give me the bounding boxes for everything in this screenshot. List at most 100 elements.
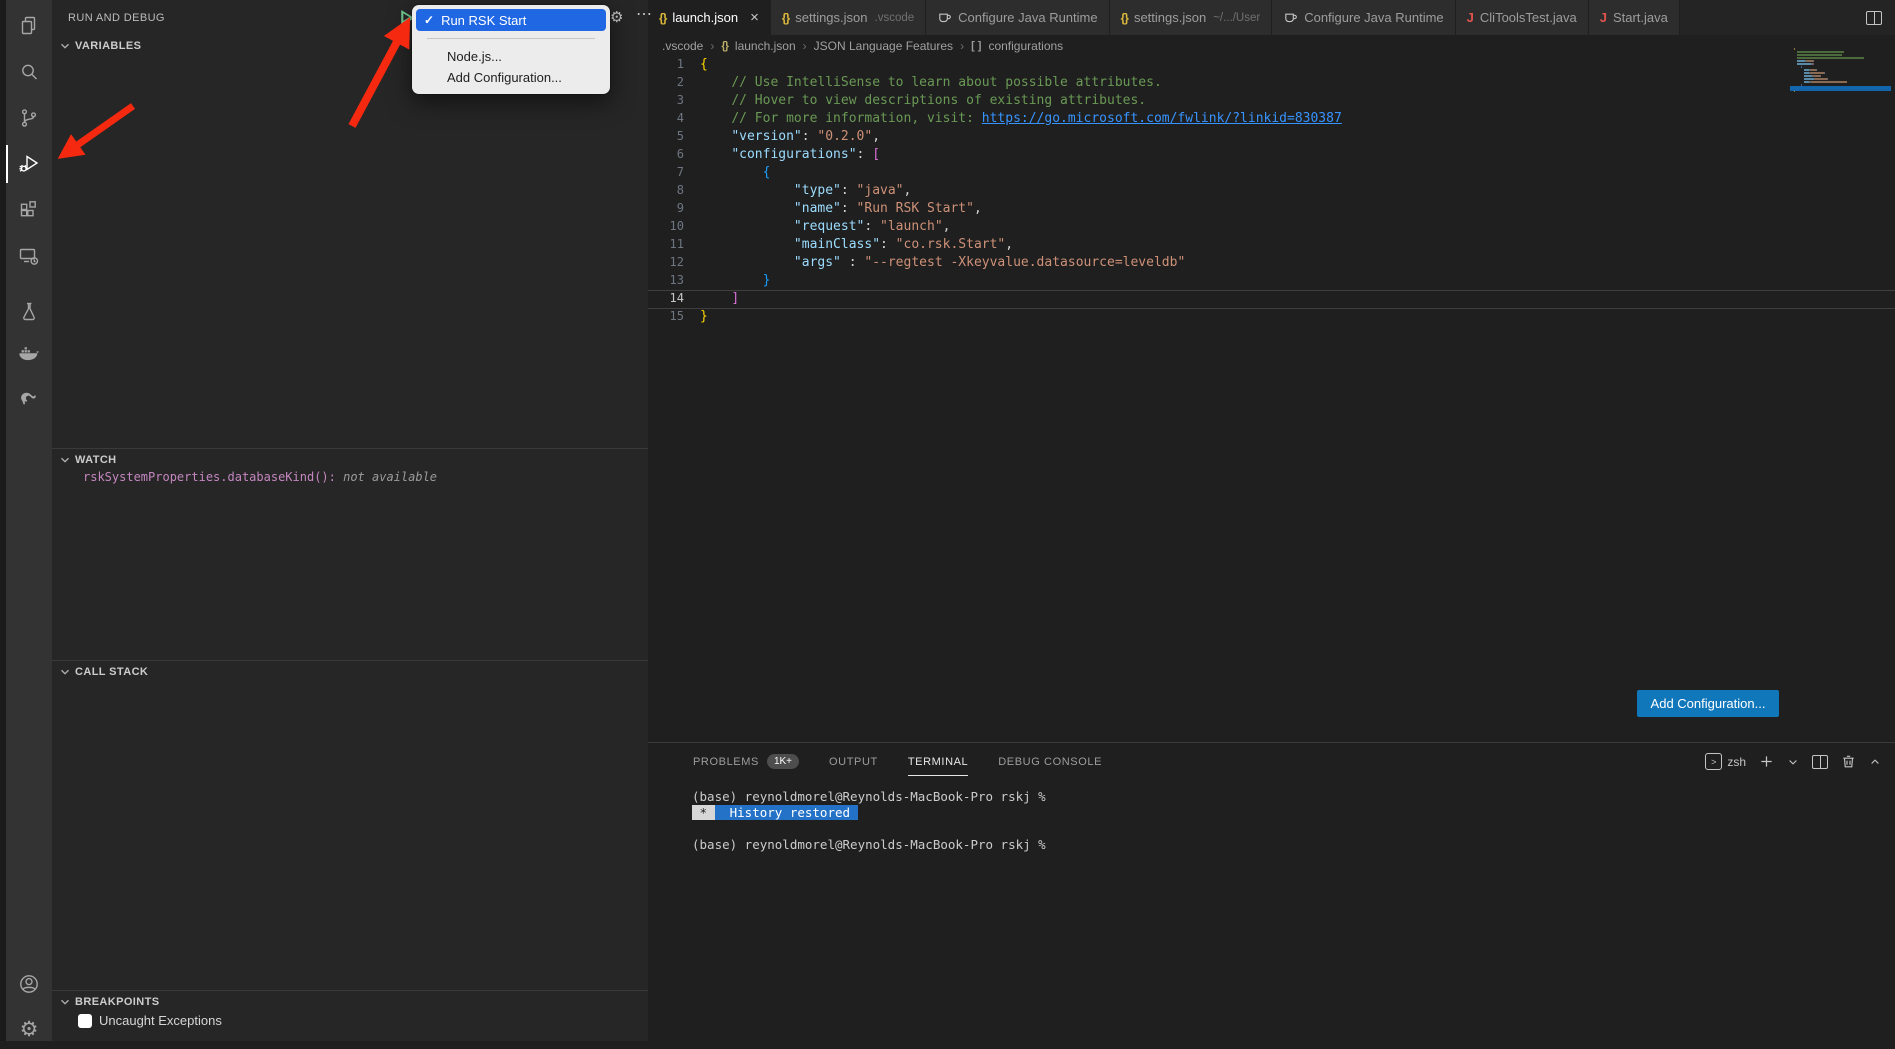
code-line: 15} (648, 309, 1895, 327)
activity-item-search[interactable] (6, 52, 52, 92)
terminal-output[interactable]: (base) reynoldmorel@Reynolds-MacBook-Pro… (692, 789, 1895, 853)
chevron-down-icon[interactable] (1787, 756, 1799, 768)
panel-tab-label: OUTPUT (829, 756, 878, 768)
line-number: 12 (648, 255, 684, 273)
dropdown-item-run-rsk-start[interactable]: ✓ Run RSK Start (416, 9, 606, 31)
section-breakpoints[interactable]: BREAKPOINTS (52, 990, 648, 1013)
activity-item-explorer[interactable] (6, 6, 52, 46)
activity-item-docker[interactable] (6, 334, 52, 374)
code-line: 11 "mainClass": "co.rsk.Start", (648, 237, 1895, 255)
activity-item-settings[interactable]: ⚙ (6, 1009, 52, 1049)
json-file-icon: {} (721, 40, 728, 52)
breadcrumb-item[interactable]: launch.json (735, 39, 796, 53)
close-icon[interactable]: × (750, 9, 759, 26)
line-text: "configurations": [ (684, 147, 880, 165)
code-line: 8 "type": "java", (648, 183, 1895, 201)
minimap-line (1794, 66, 1890, 68)
json-file-icon: {} (659, 11, 666, 25)
line-number: 1 (648, 57, 684, 75)
split-terminal-icon[interactable] (1812, 755, 1828, 769)
breadcrumb-item[interactable]: configurations (988, 39, 1063, 53)
section-label: VARIABLES (75, 40, 141, 52)
minimap-line (1794, 75, 1890, 77)
panel-tab-terminal[interactable]: TERMINAL (908, 743, 968, 780)
run-and-debug-sidebar: RUN AND DEBUG ⚙ ⋯ VARIABLES WATCH rskSys… (52, 0, 648, 1041)
panel-tab-label: TERMINAL (908, 756, 968, 768)
panel-tab-problems[interactable]: PROBLEMS1K+ (693, 743, 799, 780)
tab-launch-json[interactable]: {}launch.json× (648, 0, 771, 35)
code-editor[interactable]: 1{2 // Use IntelliSense to learn about p… (648, 57, 1895, 327)
array-symbol-icon: [ ] (971, 40, 981, 52)
maximize-panel-chevron-up-icon[interactable] (1869, 756, 1881, 768)
tab-start-java[interactable]: JStart.java (1589, 0, 1680, 35)
code-line: 12 "args" : "--regtest -Xkeyvalue.dataso… (648, 255, 1895, 273)
tab-configure-java-runtime[interactable]: Configure Java Runtime (1272, 0, 1455, 35)
watch-expression: rskSystemProperties.databaseKind(): (83, 470, 343, 484)
minimap-line (1794, 57, 1890, 59)
dropdown-item-nodejs[interactable]: Node.js... (416, 46, 606, 67)
activity-item-extensions[interactable] (6, 190, 52, 230)
terminal-line: * History restored (692, 805, 1895, 821)
panel-tab-label: PROBLEMS (693, 756, 759, 768)
java-runtime-cup-icon (1283, 10, 1298, 25)
activity-item-gradle[interactable] (6, 376, 52, 416)
chevron-down-icon (58, 665, 72, 679)
tab-settings-json[interactable]: {}settings.json.vscode (771, 0, 926, 35)
tab-label: settings.json (795, 10, 867, 25)
code-line: 1{ (648, 57, 1895, 75)
java-runtime-cup-icon (937, 10, 952, 25)
line-text: { (684, 165, 770, 183)
section-label: BREAKPOINTS (75, 996, 159, 1008)
section-label: CALL STACK (75, 666, 148, 678)
chevron-down-icon (58, 39, 72, 53)
activity-item-run-and-debug[interactable] (6, 144, 52, 184)
line-text: // Use IntelliSense to learn about possi… (684, 75, 1162, 93)
tabbar-actions (1853, 0, 1895, 35)
dropdown-item-add-configuration[interactable]: Add Configuration... (416, 67, 606, 88)
more-actions-icon[interactable]: ⋯ (636, 4, 652, 24)
breadcrumb-item[interactable]: JSON Language Features (814, 39, 953, 53)
line-number: 15 (648, 309, 684, 327)
tab-settings-json[interactable]: {}settings.json~/.../User (1110, 0, 1273, 35)
line-number: 5 (648, 129, 684, 147)
docker-whale-icon (17, 342, 41, 366)
section-call-stack[interactable]: CALL STACK (52, 660, 648, 683)
breadcrumb-item[interactable]: .vscode (662, 39, 703, 53)
breadcrumb-separator: › (803, 39, 807, 53)
activity-item-accounts[interactable] (6, 964, 52, 1004)
line-number: 8 (648, 183, 684, 201)
line-number: 14 (648, 291, 684, 309)
new-terminal-icon[interactable] (1759, 754, 1774, 769)
tab-label: Configure Java Runtime (958, 10, 1097, 25)
split-editor-icon[interactable] (1866, 11, 1882, 25)
activity-item-testing[interactable] (6, 292, 52, 332)
terminal-icon: > (1705, 753, 1722, 770)
terminal-shell-selector[interactable]: > zsh (1705, 753, 1746, 770)
code-line: 7 { (648, 165, 1895, 183)
gradle-elephant-icon (17, 384, 41, 408)
debug-settings-gear-icon[interactable]: ⚙ (610, 10, 623, 25)
watch-expression-row[interactable]: rskSystemProperties.databaseKind(): not … (83, 470, 437, 484)
watch-value: not available (343, 470, 437, 484)
panel-tab-output[interactable]: OUTPUT (829, 743, 878, 780)
kill-terminal-trash-icon[interactable] (1841, 754, 1856, 769)
uncaught-exceptions-checkbox[interactable] (78, 1014, 92, 1028)
json-file-icon: {} (1121, 11, 1128, 25)
code-line: 4 // For more information, visit: https:… (648, 111, 1895, 129)
activity-item-remote-explorer[interactable] (6, 236, 52, 276)
debug-config-dropdown-menu: ✓ Run RSK Start Node.js... Add Configura… (412, 5, 610, 94)
minimap[interactable] (1794, 48, 1890, 93)
section-watch[interactable]: WATCH (52, 448, 648, 471)
add-configuration-button[interactable]: Add Configuration... (1637, 690, 1779, 717)
tab-configure-java-runtime[interactable]: Configure Java Runtime (926, 0, 1109, 35)
line-number: 7 (648, 165, 684, 183)
code-line: 10 "request": "launch", (648, 219, 1895, 237)
activity-item-source-control[interactable] (6, 98, 52, 138)
panel-tab-debug-console[interactable]: DEBUG CONSOLE (998, 743, 1102, 780)
line-text: } (684, 309, 708, 327)
line-text: // Hover to view descriptions of existin… (684, 93, 1146, 111)
line-text: "mainClass": "co.rsk.Start", (684, 237, 1013, 255)
tab-clitoolstest-java[interactable]: JCliToolsTest.java (1456, 0, 1589, 35)
minimap-line (1794, 48, 1890, 50)
line-text: ] (684, 291, 739, 309)
